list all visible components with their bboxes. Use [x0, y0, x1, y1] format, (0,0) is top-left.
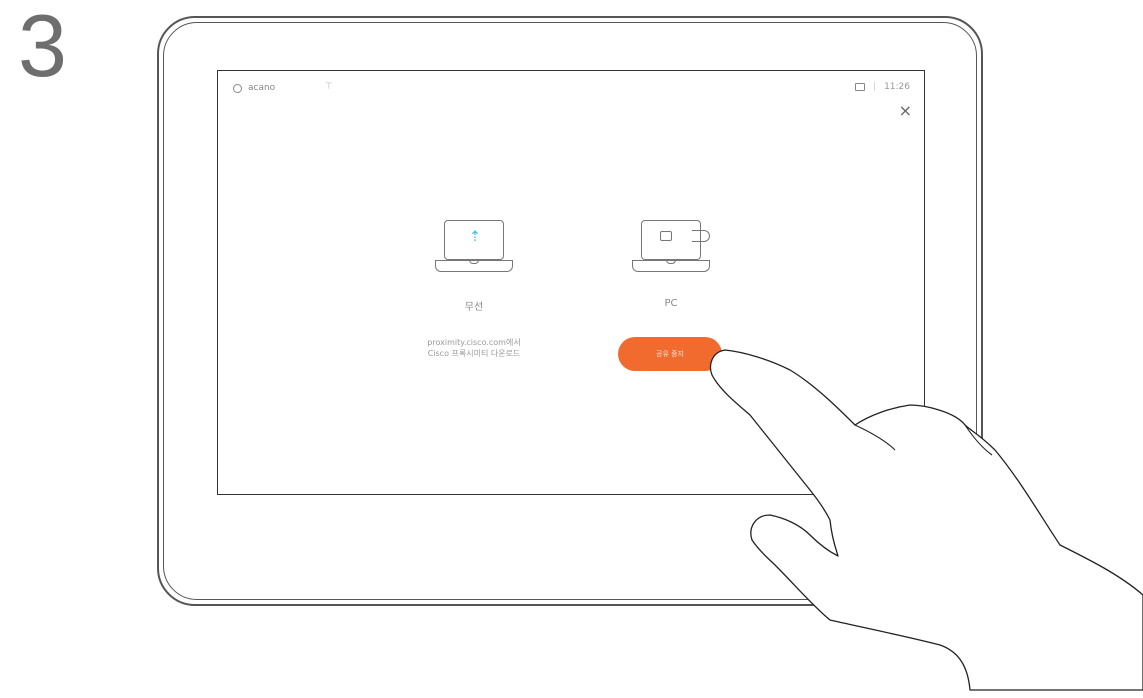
clock: 11:26	[884, 82, 910, 92]
brand-label: acano	[248, 83, 276, 93]
option-wireless-label: 무선	[464, 302, 484, 313]
option-pc-label: PC	[664, 298, 678, 309]
option-pc[interactable]: PC	[611, 218, 731, 309]
camera-icon	[855, 83, 866, 91]
step-number: 3	[18, 0, 67, 95]
topbar-brand: acano	[233, 83, 275, 93]
laptop-wireless-icon: ⇡	[435, 218, 513, 278]
logo-icon	[233, 83, 242, 93]
wireless-description: proximity.cisco.com에서 Cisco 프록시미티 다운로드	[381, 337, 567, 359]
option-wireless[interactable]: ⇡ 무선	[414, 218, 534, 313]
wifi-icon: ⊤	[325, 82, 333, 92]
separator: |	[873, 82, 877, 92]
laptop-cable-icon	[632, 218, 710, 278]
stop-sharing-button[interactable]: 공유 중지	[618, 337, 722, 371]
close-icon[interactable]: ×	[899, 101, 912, 120]
touch-screen: acano ⊤ | 11:26 × ⇡ 무선 PC proximity.cisc…	[217, 70, 925, 495]
topbar-status: | 11:26	[855, 82, 910, 92]
wireless-description-line2: Cisco 프록시미티 다운로드	[427, 349, 521, 358]
wireless-description-line1: proximity.cisco.com에서	[427, 338, 521, 347]
